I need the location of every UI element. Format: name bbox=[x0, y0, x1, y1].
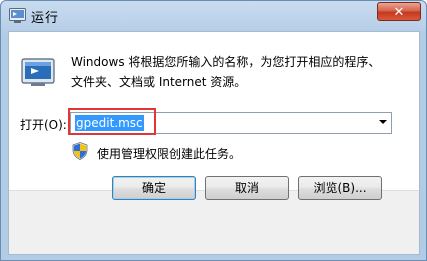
highlight-annotation bbox=[68, 108, 156, 135]
close-icon: ✕ bbox=[393, 5, 405, 20]
browse-button[interactable]: 浏览(B)... bbox=[298, 176, 382, 200]
run-icon bbox=[9, 8, 26, 23]
description-line-1: Windows 将根据您所输入的名称，为您打开相应的程序、 bbox=[71, 55, 381, 69]
chevron-down-icon[interactable] bbox=[379, 120, 387, 124]
run-program-icon bbox=[21, 58, 55, 86]
title-bar[interactable]: 运行 ✕ bbox=[1, 1, 426, 31]
run-dialog: 运行 ✕ Windows 将根据您所输入的名称，为您打开相应的程序、 文件夹、文… bbox=[0, 0, 427, 261]
ok-button[interactable]: 确定 bbox=[112, 176, 196, 200]
window-title: 运行 bbox=[31, 11, 60, 26]
description: Windows 将根据您所输入的名称，为您打开相应的程序、 文件夹、文档或 In… bbox=[71, 52, 380, 92]
cancel-button[interactable]: 取消 bbox=[205, 176, 289, 200]
admin-note: 使用管理权限创建此任务。 bbox=[97, 147, 242, 161]
close-button[interactable]: ✕ bbox=[377, 2, 421, 21]
dialog-body: Windows 将根据您所输入的名称，为您打开相应的程序、 文件夹、文档或 In… bbox=[8, 31, 420, 255]
open-label: 打开(O): bbox=[20, 118, 67, 132]
description-line-2: 文件夹、文档或 Internet 资源。 bbox=[71, 75, 247, 89]
uac-shield-icon bbox=[72, 142, 88, 160]
